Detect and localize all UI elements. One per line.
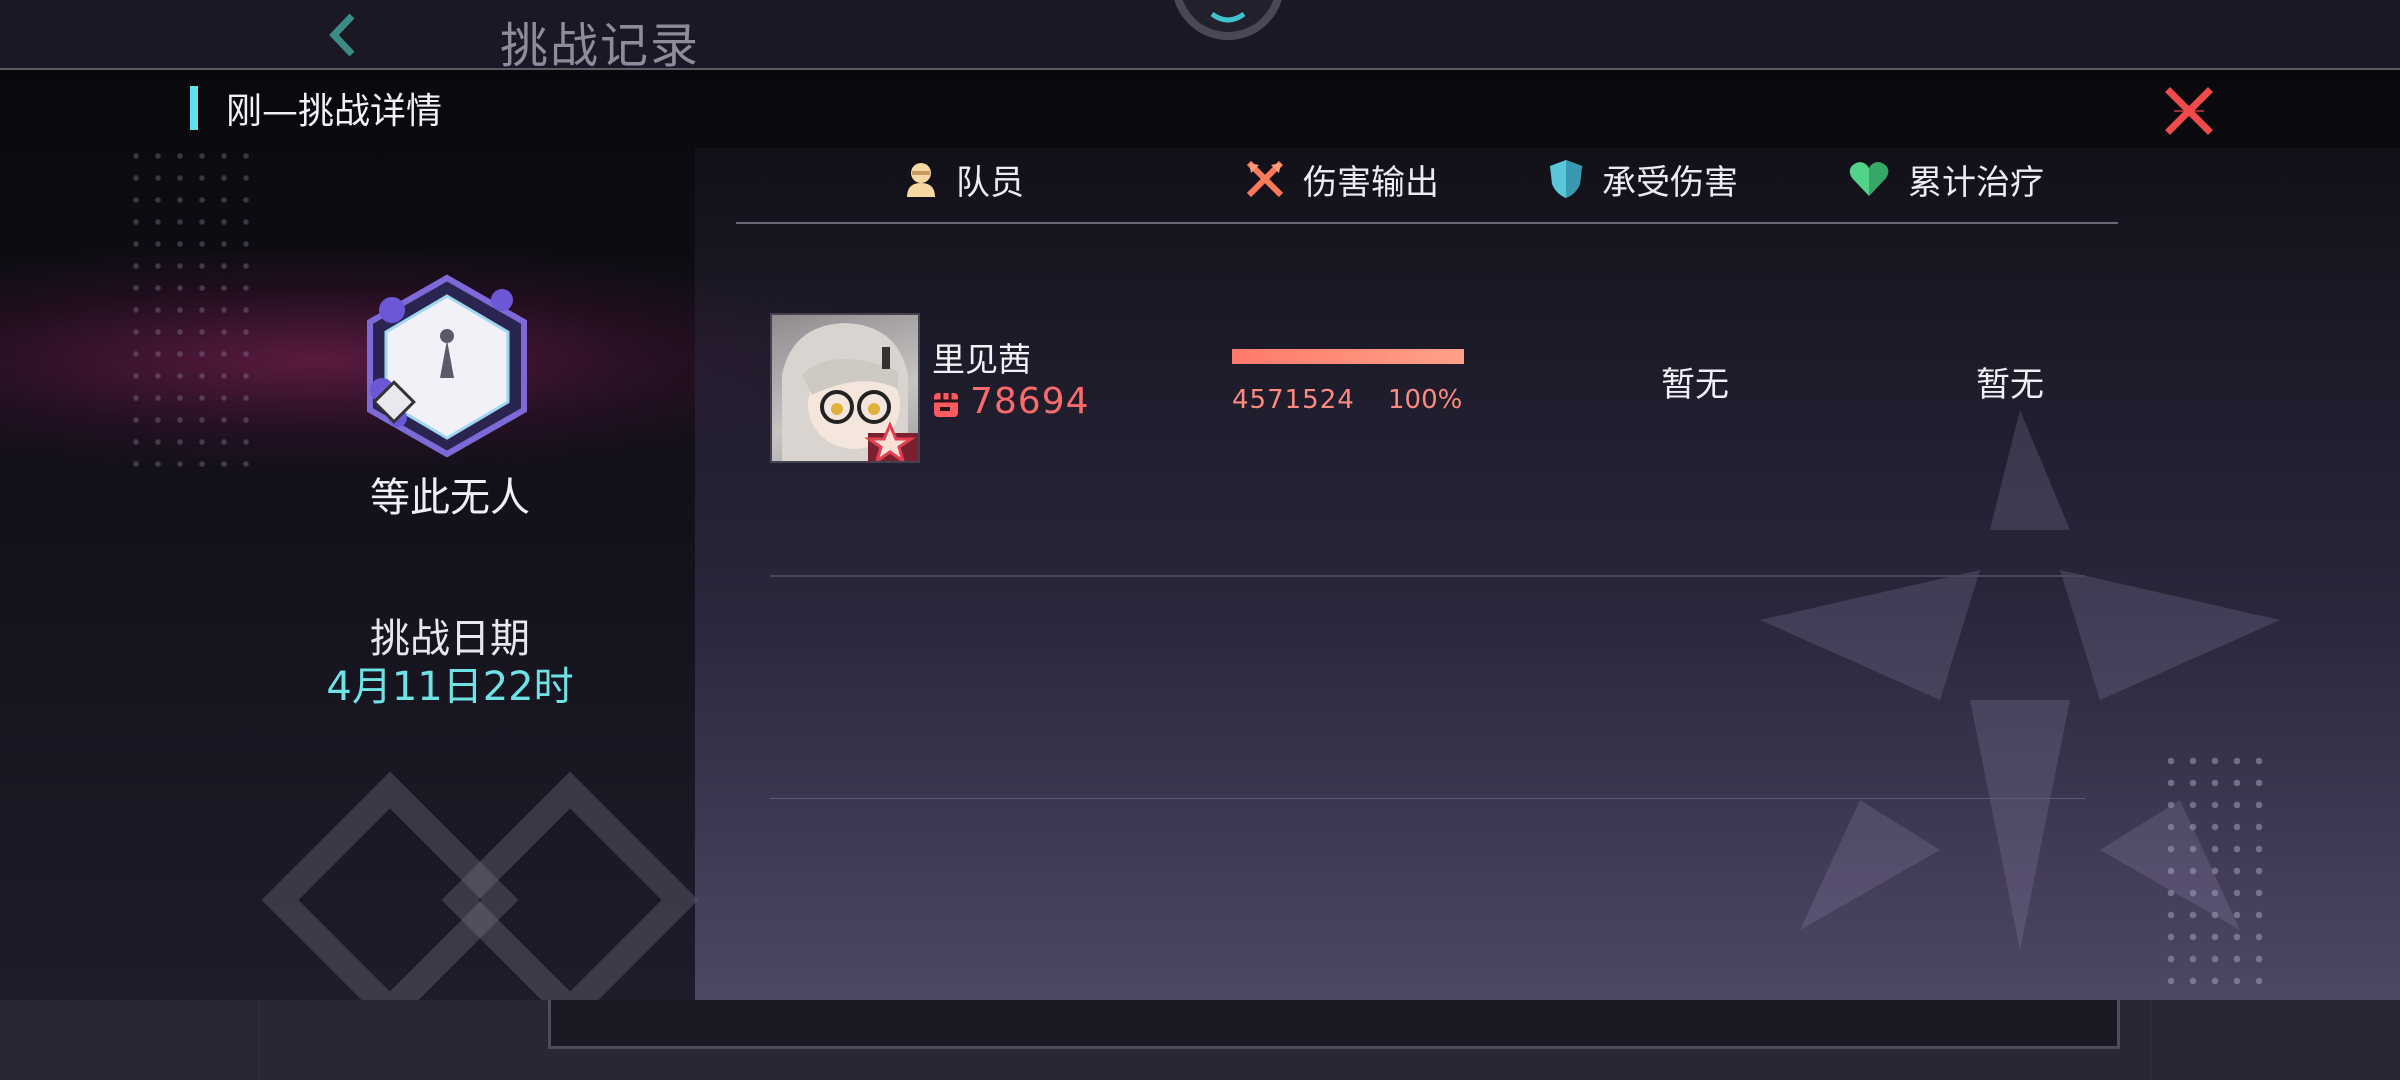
fist-power-icon xyxy=(934,393,958,417)
row-divider xyxy=(770,798,2085,799)
chevron-left-icon[interactable] xyxy=(318,10,368,60)
challenge-date-value: 4月11日22时 xyxy=(326,664,574,710)
modal-title: 刚—挑战详情 xyxy=(226,91,443,132)
column-header-damage-taken: 承受伤害 xyxy=(1548,154,1738,204)
damage-value: 4571524 xyxy=(1232,385,1355,415)
close-x-icon[interactable] xyxy=(2162,84,2216,138)
decor-diamonds xyxy=(261,771,699,1000)
character-portrait-icon xyxy=(782,323,918,461)
healing-value: 暂无 xyxy=(1976,365,2044,405)
shield-icon xyxy=(1550,160,1582,198)
top-center-ring-icon xyxy=(1174,0,1282,40)
damage-progress-fill xyxy=(1232,349,1464,364)
column-label: 累计治疗 xyxy=(1908,162,2044,203)
decor-dot-pattern xyxy=(125,145,255,475)
column-label: 承受伤害 xyxy=(1602,162,1738,203)
heart-icon xyxy=(1849,162,1889,196)
row-divider xyxy=(770,575,2085,577)
background-page-title: 挑战记录 xyxy=(500,18,701,74)
stage-name: 等此无人 xyxy=(370,475,530,521)
title-accent-bar xyxy=(190,86,198,130)
stage-emblem-icon xyxy=(367,274,527,458)
damage-progress-bar xyxy=(1232,349,1464,364)
challenge-detail-modal: 刚—挑战详情 等此无人 挑战日期 4月11日22时 队员 伤害输出 承受伤害 累… xyxy=(0,70,2400,1000)
column-header-member: 队员 xyxy=(904,154,1024,204)
table-row[interactable]: 里见茜 78694 4571524 100% 暂无 暂无 xyxy=(770,313,2082,463)
column-header-healing: 累计治疗 xyxy=(1848,154,2044,204)
member-power: 78694 xyxy=(970,381,1090,422)
damage-percent: 100% xyxy=(1388,385,1463,415)
damage-taken-value: 暂无 xyxy=(1661,365,1729,405)
decor-dot-pattern xyxy=(2160,750,2270,1000)
column-header-damage: 伤害输出 xyxy=(1245,154,1439,204)
column-label: 伤害输出 xyxy=(1303,162,1439,203)
crossed-swords-icon xyxy=(1246,160,1284,198)
header-divider xyxy=(736,222,2118,224)
column-label: 队员 xyxy=(956,162,1024,203)
member-name: 里见茜 xyxy=(932,340,1031,379)
avatar[interactable] xyxy=(770,313,920,463)
member-icon xyxy=(907,163,935,197)
